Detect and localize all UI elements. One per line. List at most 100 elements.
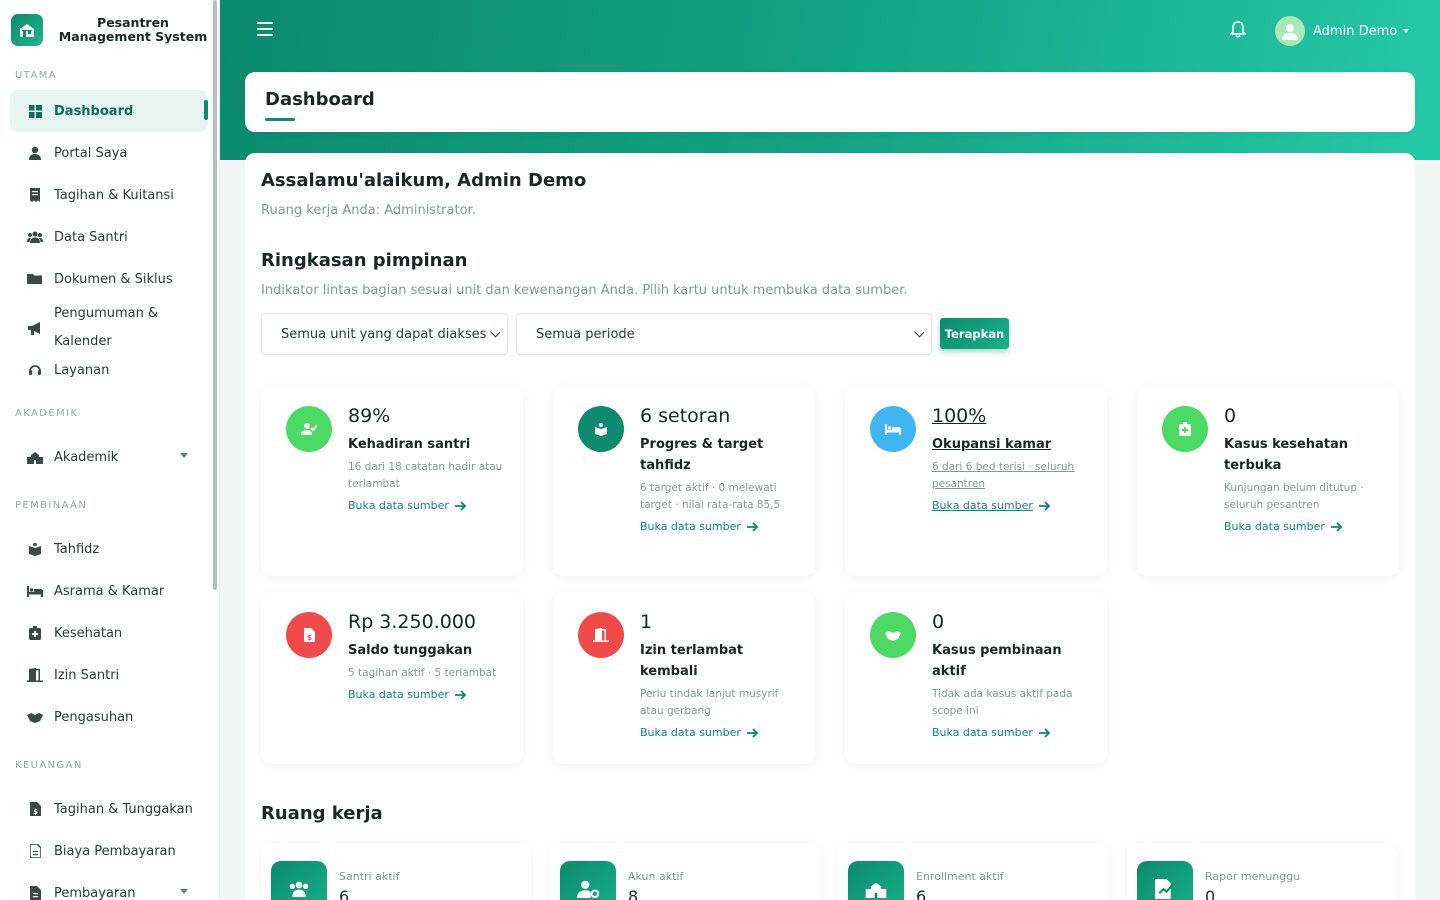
stat-card-kesehatan[interactable]: 0 Kasus kesehatan terbuka Kunjungan belu… xyxy=(1137,386,1399,576)
sidebar: Pesantren Management System UTAMA Dashbo… xyxy=(0,0,220,900)
stat-description: Tidak ada kasus aktif pada scope ini xyxy=(932,688,1073,717)
source-link-label: Buka data sumber xyxy=(348,499,449,512)
stat-card-tahfidz[interactable]: 6 setoran Progres & target tahfidz 6 tar… xyxy=(553,386,815,576)
sidebar-item-kesehatan[interactable]: Kesehatan xyxy=(10,612,208,654)
sidebar-item-label: Akademik xyxy=(54,449,119,465)
source-link[interactable]: Buka data sumber xyxy=(640,726,800,739)
work-value: 8 xyxy=(628,887,639,900)
user-tie-icon xyxy=(27,145,43,161)
sidebar-item-label: Izin Santri xyxy=(54,667,120,683)
stat-card-izin[interactable]: 1 Izin terlambat kembali Perlu tindak la… xyxy=(553,592,815,764)
main-card: Assalamu'alaikum, Admin Demo Ruang kerja… xyxy=(245,153,1415,900)
stat-description: 6 target aktif · 0 melewati target · nil… xyxy=(640,482,781,511)
stat-label: Kasus kesehatan terbuka xyxy=(1224,437,1349,473)
sidebar-item-dashboard[interactable]: Dashboard xyxy=(10,90,208,132)
sidebar-item-tahfidz[interactable]: Tahfidz xyxy=(10,528,208,570)
sidebar-item-izin-santri[interactable]: Izin Santri xyxy=(10,654,208,696)
arrow-right-icon xyxy=(1038,500,1051,511)
hamburger-icon[interactable] xyxy=(257,22,273,36)
stat-label: Saldo tunggakan xyxy=(348,643,473,658)
sidebar-item-label: Layanan xyxy=(54,362,110,378)
grid-icon xyxy=(27,103,43,119)
chevron-down-icon xyxy=(490,327,501,338)
file-signature-icon xyxy=(1137,861,1193,900)
greeting: Assalamu'alaikum, Admin Demo xyxy=(261,170,587,191)
stat-label: Okupansi kamar xyxy=(932,437,1052,452)
work-label: Enrollment aktif xyxy=(916,870,1004,883)
stat-card-pembinaan[interactable]: 0 Kasus pembinaan aktif Tidak ada kasus … xyxy=(845,592,1107,764)
workspace-title: Ruang kerja xyxy=(261,803,383,824)
source-link[interactable]: Buka data sumber xyxy=(1224,520,1384,533)
brand[interactable]: Pesantren Management System xyxy=(0,0,219,60)
unit-filter-value: Semua unit yang dapat diakses xyxy=(281,326,487,342)
medkit-icon xyxy=(27,625,43,641)
stat-card-okupansi[interactable]: 100% Okupansi kamar 6 dari 6 bed terisi … xyxy=(845,386,1107,576)
work-card-rapor[interactable]: Rapor menunggu 0 xyxy=(1127,843,1397,900)
sidebar-item-dokumen-siklus[interactable]: Dokumen & Siklus xyxy=(10,258,208,300)
stat-label: Kehadiran santri xyxy=(348,437,471,452)
chevron-down-icon xyxy=(180,453,188,458)
sidebar-item-biaya-pembayaran[interactable]: Biaya Pembayaran xyxy=(10,830,208,872)
work-card-akun[interactable]: Akun aktif 8 xyxy=(550,843,820,900)
invoice-dollar-icon: $ xyxy=(286,612,332,658)
sidebar-scrollbar[interactable] xyxy=(213,0,217,590)
period-filter-select[interactable]: Semua periode xyxy=(516,313,932,355)
sidebar-item-tagihan-kuitansi[interactable]: Tagihan & Kuitansi xyxy=(10,174,208,216)
apply-button[interactable]: Terapkan xyxy=(940,318,1009,349)
work-value: 0 xyxy=(1205,887,1216,900)
source-link-label: Buka data sumber xyxy=(1224,520,1325,533)
source-link[interactable]: Buka data sumber xyxy=(932,499,1092,512)
medkit-icon xyxy=(1162,406,1208,452)
sidebar-item-label: Tagihan & Kuitansi xyxy=(54,187,174,203)
handshake-icon xyxy=(870,612,916,658)
sidebar-item-label: Dokumen & Siklus xyxy=(54,271,173,287)
sidebar-item-label: Tagihan & Tunggakan xyxy=(54,801,193,817)
headset-icon xyxy=(27,362,43,378)
chevron-down-icon xyxy=(180,889,188,894)
work-label: Rapor menunggu xyxy=(1205,870,1301,883)
stat-value: 0 xyxy=(1224,405,1237,427)
avatar xyxy=(1275,16,1305,46)
page-title: Dashboard xyxy=(265,89,375,110)
unit-filter-select[interactable]: Semua unit yang dapat diakses xyxy=(261,313,508,355)
source-link[interactable]: Buka data sumber xyxy=(348,499,508,512)
sidebar-item-data-santri[interactable]: Data Santri xyxy=(10,216,208,258)
sidebar-item-label: Portal Saya xyxy=(54,145,128,161)
source-link[interactable]: Buka data sumber xyxy=(932,726,1092,739)
arrow-right-icon xyxy=(1038,727,1051,738)
sidebar-item-pembayaran[interactable]: Pembayaran xyxy=(10,872,208,900)
sidebar-item-label: Biaya Pembayaran xyxy=(54,843,176,859)
section-akademik: AKADEMIK xyxy=(15,408,79,419)
door-open-icon xyxy=(578,612,624,658)
users-icon xyxy=(271,861,327,900)
stat-card-kehadiran[interactable]: 89% Kehadiran santri 16 dari 18 catatan … xyxy=(261,386,523,576)
sidebar-item-layanan[interactable]: Layanan xyxy=(10,356,208,384)
source-link[interactable]: Buka data sumber xyxy=(348,688,508,701)
stat-description: 6 dari 6 bed terisi · seluruh pesantren xyxy=(932,461,1075,490)
summary-title: Ringkasan pimpinan xyxy=(261,250,468,271)
sidebar-item-akademik[interactable]: Akademik xyxy=(10,436,208,478)
sidebar-item-pengumuman-kalender[interactable]: Pengumuman & Kalender xyxy=(10,300,208,356)
stat-value: 89% xyxy=(348,405,391,427)
section-pembinaan: PEMBINAAN xyxy=(15,500,88,511)
sidebar-item-label: Tahfidz xyxy=(54,541,100,557)
sidebar-item-portal-saya[interactable]: Portal Saya xyxy=(10,132,208,174)
sidebar-item-tagihan-tunggakan[interactable]: $ Tagihan & Tunggakan xyxy=(10,788,208,830)
source-link-label: Buka data sumber xyxy=(640,726,741,739)
user-check-icon xyxy=(286,406,332,452)
receipt-icon xyxy=(27,187,43,203)
user-menu[interactable]: Admin Demo xyxy=(1275,16,1410,46)
stat-label: Izin terlambat kembali xyxy=(640,643,744,679)
stat-card-tunggakan[interactable]: $ Rp 3.250.000 Saldo tunggakan 5 tagihan… xyxy=(261,592,523,764)
sidebar-item-pengasuhan[interactable]: Pengasuhan xyxy=(10,696,208,738)
sidebar-item-asrama-kamar[interactable]: Asrama & Kamar xyxy=(10,570,208,612)
period-filter-value: Semua periode xyxy=(536,326,635,342)
bell-icon[interactable] xyxy=(1229,20,1247,42)
work-card-enrollment[interactable]: Enrollment aktif 6 xyxy=(838,843,1108,900)
stat-description: Perlu tindak lanjut musyrif atau gerbang xyxy=(640,688,779,717)
sidebar-item-label: Pengumuman & Kalender xyxy=(54,306,159,349)
invoice-icon xyxy=(27,885,43,900)
svg-text:$: $ xyxy=(307,634,312,642)
source-link[interactable]: Buka data sumber xyxy=(640,520,800,533)
work-card-santri[interactable]: Santri aktif 6 xyxy=(261,843,531,900)
